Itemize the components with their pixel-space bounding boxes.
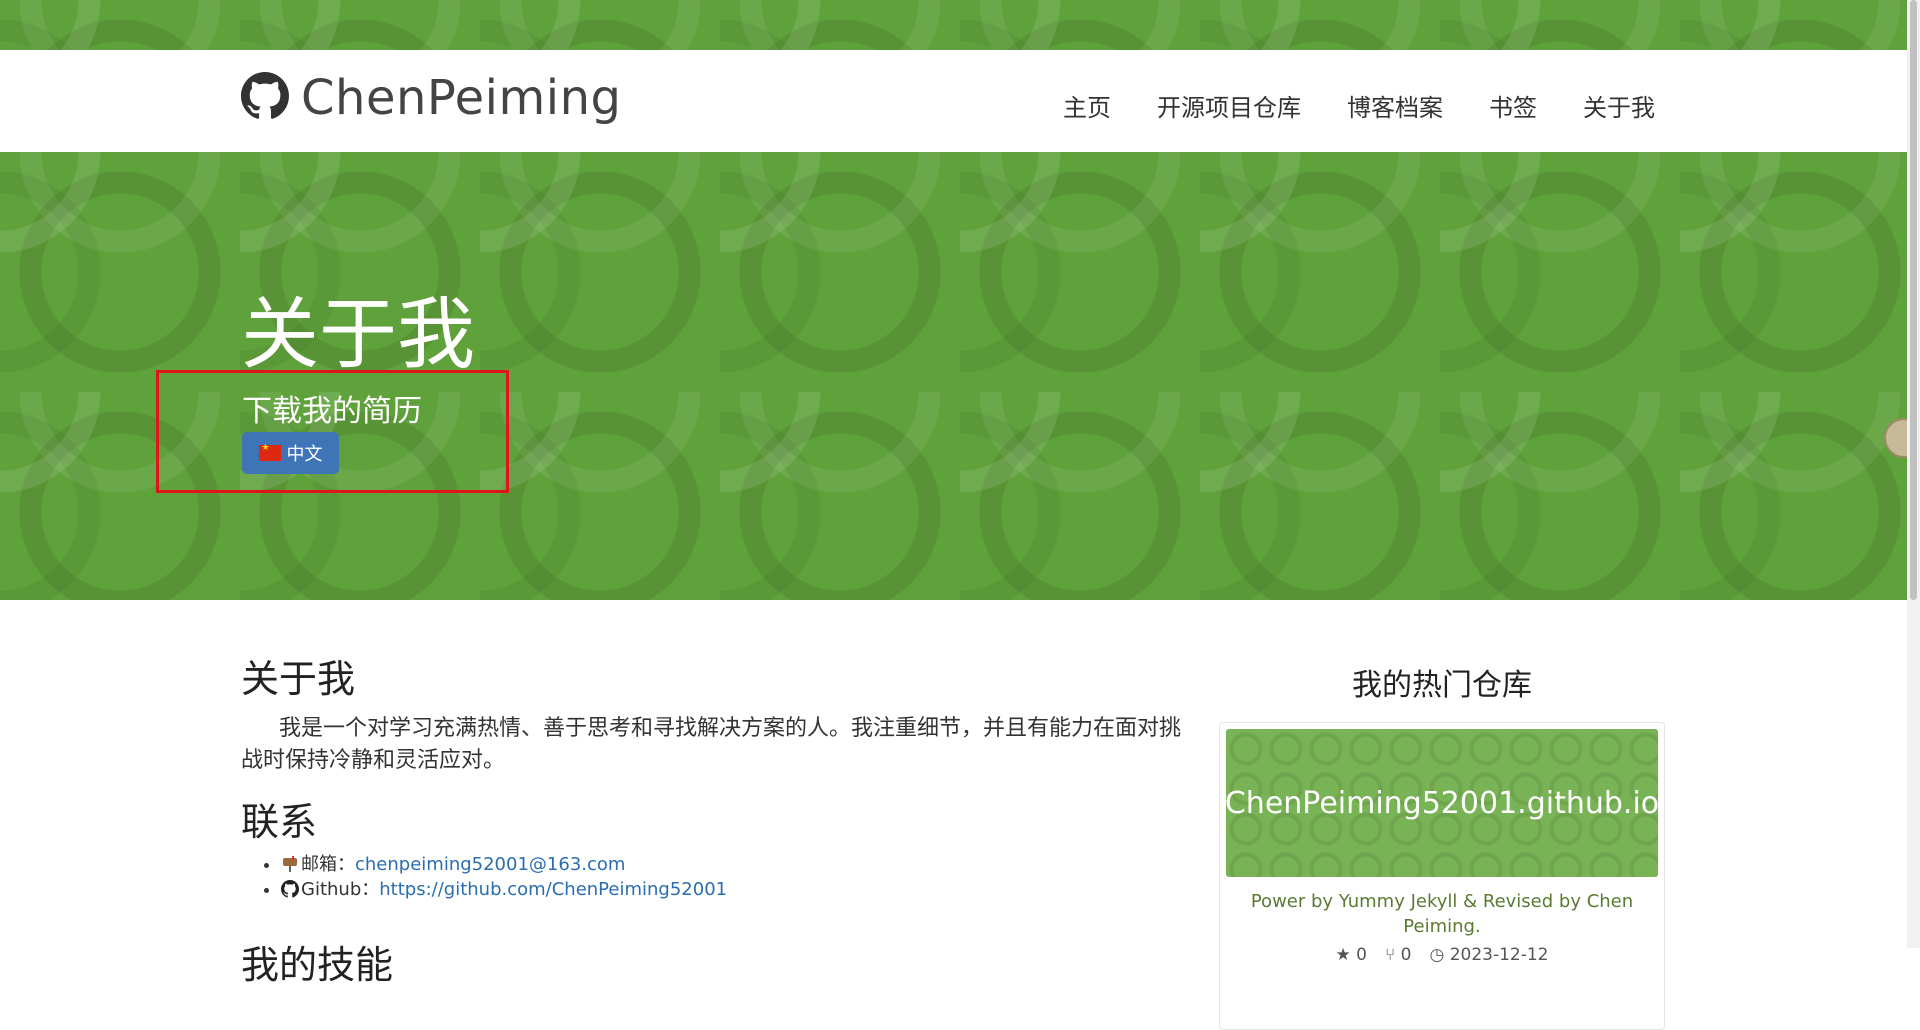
mailbox-icon (281, 855, 299, 873)
contact-list: 邮箱：chenpeiming52001@163.com Github：https… (241, 852, 1181, 902)
resume-chinese-button[interactable]: 中文 (242, 432, 339, 474)
brand-name: ChenPeiming (301, 70, 622, 126)
fork-icon: ⑂ (1385, 945, 1396, 965)
main-content: 关于我 我是一个对学习充满热情、善于思考和寻找解决方案的人。我注重细节，并且有能… (241, 648, 1181, 902)
scrollbar-thumb[interactable] (1910, 0, 1917, 600)
repo-description: Power by Yummy Jekyll & Revised by Chen … (1250, 891, 1634, 937)
hero-banner: 关于我 下载我的简历 中文 (0, 152, 1907, 600)
list-item: 邮箱：chenpeiming52001@163.com (281, 852, 1181, 877)
page-scrollbar[interactable] (1907, 0, 1920, 948)
nav-item-about[interactable]: 关于我 (1583, 88, 1655, 123)
hero-title: 关于我 (241, 290, 476, 380)
lang-button-label: 中文 (286, 444, 323, 464)
fork-count: 0 (1400, 945, 1412, 965)
star-icon: ★ (1335, 945, 1351, 965)
list-item: Github：https://github.com/ChenPeiming520… (281, 877, 1181, 902)
contact-heading: 联系 (241, 800, 318, 844)
repo-date-value: 2023-12-12 (1449, 945, 1549, 965)
nav-item-blog-archive[interactable]: 博客档案 (1347, 88, 1443, 123)
download-resume-label: 下载我的简历 (242, 394, 422, 429)
repo-date: ◷ 2023-12-12 (1429, 945, 1548, 965)
repo-name-link[interactable]: ChenPeiming52001.github.io (1225, 786, 1659, 821)
repo-banner[interactable]: ChenPeiming52001.github.io (1225, 729, 1659, 877)
about-text: 我是一个对学习充满热情、善于思考和寻找解决方案的人。我注重细节，并且有能力在面对… (241, 716, 1182, 773)
sidebar: 我的热门仓库 ChenPeiming52001.github.io Power … (1219, 660, 1665, 1030)
skills-heading: 我的技能 (241, 943, 394, 987)
about-heading: 关于我 (241, 657, 356, 701)
star-count: 0 (1356, 945, 1367, 965)
github-icon (281, 880, 299, 898)
github-label: Github： (301, 879, 380, 900)
github-link[interactable]: https://github.com/ChenPeiming52001 (379, 879, 727, 900)
repo-card: ChenPeiming52001.github.io Power by Yumm… (1219, 722, 1665, 1030)
repo-forks: ⑂ 0 (1385, 945, 1411, 965)
brand-link[interactable]: ChenPeiming (241, 70, 621, 126)
repo-stars: ★ 0 (1336, 945, 1367, 965)
china-flag-icon (258, 442, 281, 461)
main-nav: 主页 开源项目仓库 博客档案 书签 关于我 (1063, 88, 1655, 123)
nav-item-repos[interactable]: 开源项目仓库 (1157, 88, 1301, 123)
top-pattern-strip (0, 0, 1907, 50)
clock-icon: ◷ (1429, 945, 1445, 965)
email-link[interactable]: chenpeiming52001@163.com (355, 854, 625, 875)
email-label: 邮箱： (301, 854, 355, 875)
nav-item-home[interactable]: 主页 (1063, 88, 1111, 123)
navbar: ChenPeiming 主页 开源项目仓库 博客档案 书签 关于我 (0, 50, 1907, 153)
repo-meta: ★ 0 ⑂ 0 ◷ 2023-12-12 (1226, 945, 1658, 965)
popular-repos-title: 我的热门仓库 (1352, 668, 1532, 703)
nav-item-bookmarks[interactable]: 书签 (1489, 88, 1537, 123)
github-icon (241, 72, 289, 124)
